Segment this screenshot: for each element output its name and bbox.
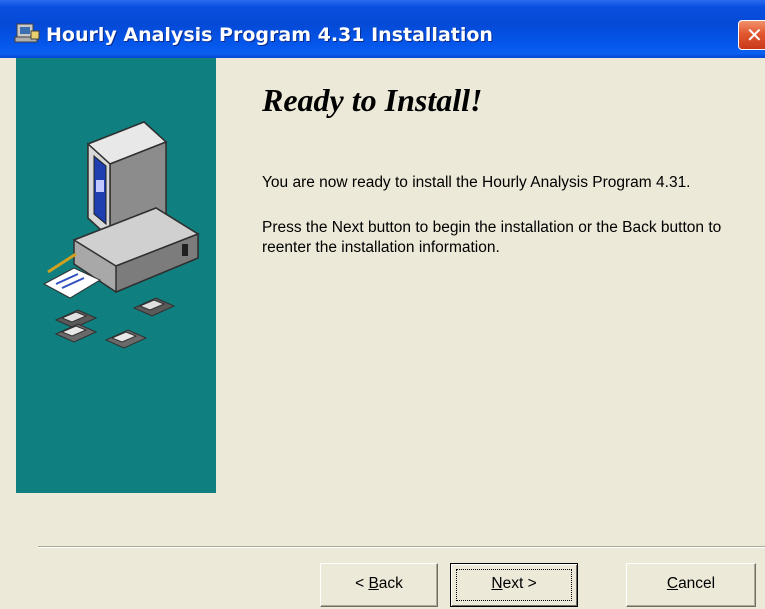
close-icon: ✕ — [746, 23, 763, 47]
sidebar-panel — [16, 58, 216, 493]
close-button[interactable]: ✕ — [738, 20, 765, 50]
window-title: Hourly Analysis Program 4.31 Installatio… — [46, 24, 493, 46]
focus-rectangle — [456, 569, 572, 601]
back-button-label: < Back — [355, 575, 403, 592]
cancel-button-label: Cancel — [666, 575, 716, 592]
instructions-message: Press the Next button to begin the insta… — [262, 219, 722, 256]
title-bar[interactable]: Hourly Analysis Program 4.31 Installatio… — [0, 0, 765, 58]
ready-message: You are now ready to install the Hourly … — [262, 174, 691, 191]
back-button[interactable]: < Back — [320, 563, 438, 607]
installer-icon — [14, 23, 40, 43]
computer-with-floppy-disks-illustration — [42, 121, 200, 349]
page-title: Ready to Install! — [262, 82, 483, 118]
next-button[interactable]: Next > — [450, 563, 578, 607]
installer-window: Hourly Analysis Program 4.31 Installatio… — [0, 0, 765, 609]
separator-line — [38, 546, 765, 548]
cancel-button[interactable]: Cancel — [626, 563, 756, 607]
